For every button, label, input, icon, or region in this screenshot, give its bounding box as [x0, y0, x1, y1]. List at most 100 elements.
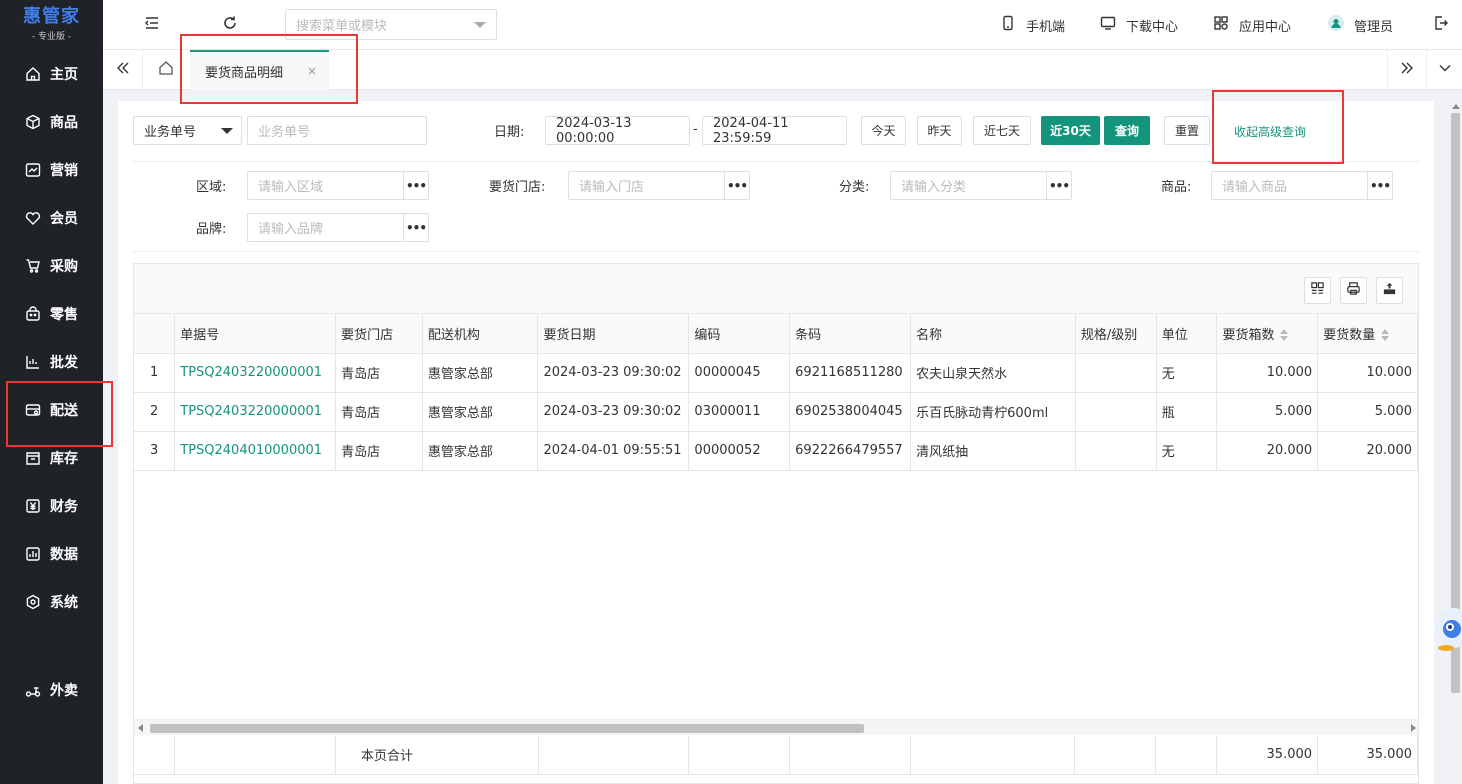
category-input[interactable]: 请输入分类 ••• [890, 171, 1072, 200]
sidebar-item-wholesale[interactable]: 批发 [0, 338, 103, 386]
table-row[interactable]: 3 TPSQ2404010000001 青岛店 惠管家总部 2024-04-01… [134, 431, 1418, 471]
menu-toggle-button[interactable] [140, 13, 164, 37]
logout-button[interactable] [1429, 13, 1453, 37]
brand-label: 品牌: [196, 222, 227, 237]
row-index: 3 [134, 431, 176, 471]
sidebar: 惠管家 - 专业版 - 主页 商品 营销 会员 采购 零售 批发 配送 库存 财… [0, 0, 103, 784]
refresh-button[interactable] [218, 13, 242, 37]
print-button[interactable] [1340, 277, 1367, 304]
sidebar-item-label: 采购 [50, 259, 78, 275]
app-center-link[interactable]: 应用中心 [1213, 15, 1291, 35]
column-header-sortable[interactable]: 要货数量 [1317, 314, 1418, 354]
table-header-row: 单据号 要货门店 配送机构 要货日期 编码 条码 名称 规格/级别 单位 要货箱… [134, 314, 1418, 354]
summary-empty [538, 735, 690, 775]
yesterday-button[interactable]: 昨天 [917, 116, 962, 145]
scrollbar-thumb[interactable] [150, 724, 864, 733]
horizontal-scrollbar[interactable] [134, 719, 1418, 735]
column-header[interactable]: 配送机构 [422, 314, 539, 354]
column-header[interactable]: 名称 [910, 314, 1076, 354]
region-input[interactable]: 请输入区域 ••• [247, 171, 429, 200]
sidebar-item-members[interactable]: 会员 [0, 194, 103, 242]
order-number-link[interactable]: TPSQ2404010000001 [174, 431, 337, 471]
order-number-link[interactable]: TPSQ2403220000001 [174, 353, 337, 393]
product-more-button[interactable]: ••• [1367, 172, 1392, 199]
mobile-link[interactable]: 手机端 [1000, 15, 1065, 35]
cell-barcode: 6921168511280 [789, 353, 912, 393]
sort-icon[interactable] [1381, 329, 1390, 342]
sort-icon[interactable] [1280, 329, 1289, 342]
sidebar-item-label: 外卖 [50, 683, 78, 699]
sidebar-item-takeout[interactable]: 外卖 [0, 666, 103, 714]
table-row[interactable]: 2 TPSQ2403220000001 青岛店 惠管家总部 2024-03-23… [134, 392, 1418, 432]
cell-store: 青岛店 [335, 392, 423, 432]
store-input[interactable]: 请输入门店 ••• [568, 171, 750, 200]
category-more-button[interactable]: ••• [1046, 172, 1071, 199]
date-start-input[interactable]: 2024-03-13 00:00:00 [545, 115, 690, 146]
product-input[interactable]: 请输入商品 ••• [1211, 171, 1393, 200]
column-header[interactable]: 要货日期 [537, 314, 690, 354]
home-icon [24, 65, 42, 83]
column-header-sortable[interactable]: 要货箱数 [1216, 314, 1319, 354]
tab-home[interactable] [146, 50, 186, 90]
cell-store: 青岛店 [335, 431, 423, 471]
sidebar-item-system[interactable]: 系统 [0, 578, 103, 626]
sidebar-item-purchase[interactable]: 采购 [0, 242, 103, 290]
column-header[interactable]: 单据号 [174, 314, 337, 354]
scroll-up-arrow-icon[interactable] [1452, 104, 1460, 109]
sidebar-item-delivery[interactable]: 配送 [0, 386, 103, 434]
sidebar-item-products[interactable]: 商品 [0, 98, 103, 146]
column-header[interactable]: 规格/级别 [1075, 314, 1157, 354]
sidebar-item-finance[interactable]: 财务 [0, 482, 103, 530]
cell-store: 青岛店 [335, 353, 423, 393]
column-settings-button[interactable] [1304, 277, 1331, 304]
brand-placeholder: 请输入品牌 [258, 222, 324, 237]
tab-label: 要货商品明细 [205, 65, 284, 81]
brand-input[interactable]: 请输入品牌 ••• [247, 213, 429, 242]
vertical-scrollbar[interactable] [1449, 101, 1462, 784]
close-icon[interactable]: × [307, 64, 317, 78]
column-header[interactable]: 条码 [789, 314, 912, 354]
last-30-days-button[interactable]: 近30天 [1041, 116, 1100, 145]
tab-demand-product-detail[interactable]: 要货商品明细 × [190, 50, 329, 90]
user-menu[interactable]: 管理员 [1328, 15, 1393, 35]
assistant-robot-icon[interactable] [1432, 600, 1462, 656]
export-button[interactable] [1376, 277, 1403, 304]
last-7-days-button[interactable]: 近七天 [973, 116, 1031, 145]
category-label: 分类: [839, 180, 870, 195]
sidebar-item-marketing[interactable]: 营销 [0, 146, 103, 194]
sidebar-item-home[interactable]: 主页 [0, 50, 103, 98]
search-type-select[interactable]: 业务单号 [133, 116, 242, 145]
date-start-value: 2024-03-13 00:00:00 [556, 115, 632, 146]
column-header[interactable]: 单位 [1156, 314, 1218, 354]
tab-more-button[interactable] [1427, 50, 1462, 90]
reset-button[interactable]: 重置 [1164, 116, 1210, 145]
query-button[interactable]: 查询 [1104, 116, 1150, 145]
search-type-value: 业务单号 [144, 125, 197, 140]
scroll-right-arrow-icon[interactable] [1411, 724, 1416, 732]
tab-scroll-right-button[interactable] [1387, 50, 1427, 90]
mobile-label: 手机端 [1026, 19, 1066, 35]
tab-scroll-left-button[interactable] [103, 50, 143, 90]
today-button[interactable]: 今天 [861, 116, 906, 145]
order-number-link[interactable]: TPSQ2403220000001 [174, 392, 337, 432]
user-name: 管理员 [1354, 19, 1394, 35]
order-number-input[interactable]: 业务单号 [247, 116, 427, 145]
collapse-advanced-query-link[interactable]: 收起高级查询 [1234, 123, 1306, 140]
column-header[interactable]: 要货门店 [335, 314, 423, 354]
sidebar-item-data[interactable]: 数据 [0, 530, 103, 578]
scooter-icon [24, 681, 42, 699]
brand-more-button[interactable]: ••• [403, 214, 428, 241]
store-more-button[interactable]: ••• [724, 172, 749, 199]
download-center-link[interactable]: 下载中心 [1100, 15, 1178, 35]
scroll-left-arrow-icon[interactable] [138, 724, 143, 732]
sidebar-item-inventory[interactable]: 库存 [0, 434, 103, 482]
menu-search-input[interactable]: 搜索菜单或模块 [285, 9, 497, 40]
cell-qty: 5.000 [1317, 392, 1418, 432]
date-label: 日期: [494, 125, 525, 140]
sidebar-item-retail[interactable]: 零售 [0, 290, 103, 338]
column-header[interactable]: 编码 [688, 314, 791, 354]
region-more-button[interactable]: ••• [403, 172, 428, 199]
date-end-input[interactable]: 2024-04-11 23:59:59 [702, 116, 847, 146]
cell-qty: 20.000 [1317, 431, 1418, 471]
table-row[interactable]: 1 TPSQ2403220000001 青岛店 惠管家总部 2024-03-23… [134, 353, 1418, 393]
